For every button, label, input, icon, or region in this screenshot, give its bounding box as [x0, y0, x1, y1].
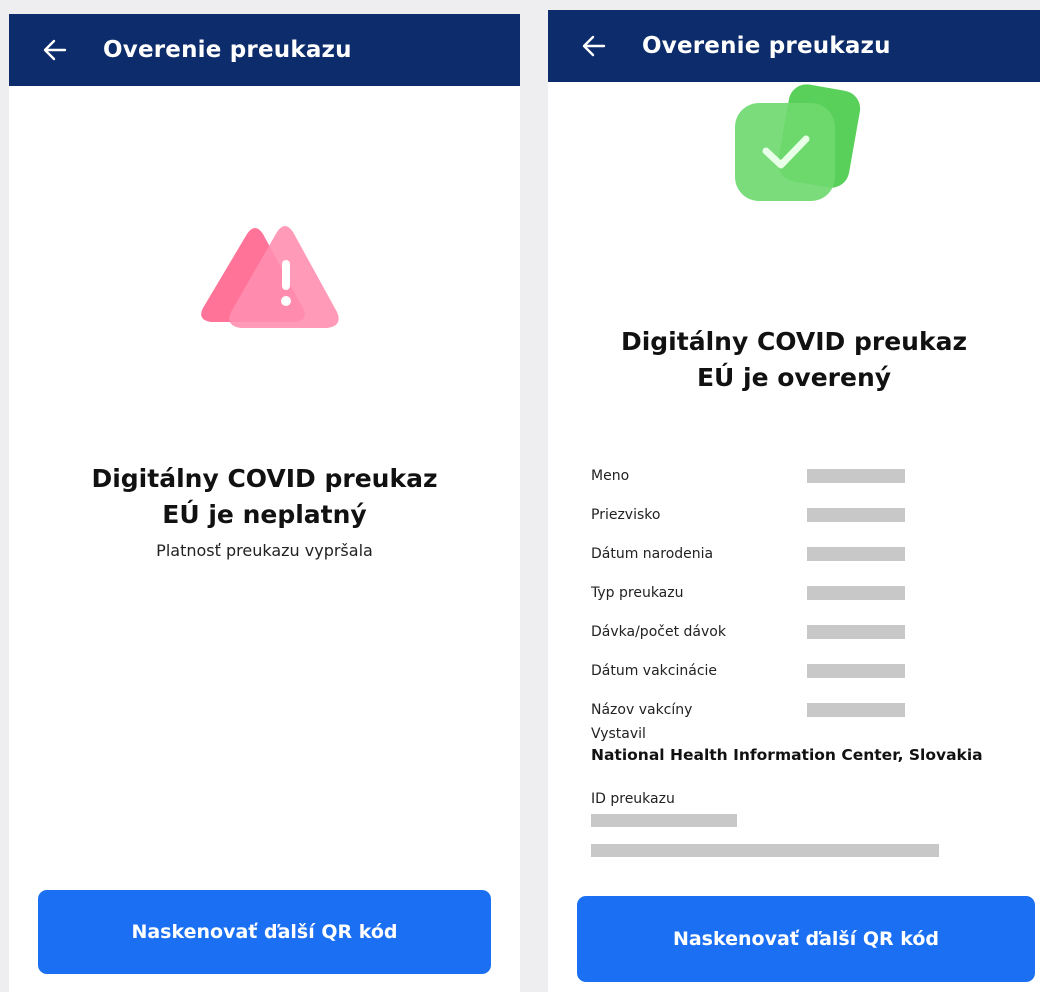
status-headline: Digitálny COVID preukaz EÚ je neplatný: [91, 464, 438, 529]
redacted-id-line: [591, 814, 737, 827]
detail-row-name: Meno: [591, 456, 1031, 495]
page-title: Overenie preukazu: [642, 33, 891, 59]
detail-label: Dátum vakcinácie: [591, 662, 718, 679]
status-subtitle: Platnosť preukazu vypršala: [156, 541, 373, 560]
issuer-label: Vystavil: [591, 726, 646, 742]
detail-label: Dátum narodenia: [591, 545, 714, 562]
detail-row-vaccine-name: Názov vakcíny: [591, 690, 1031, 729]
valid-certificate-screen: Overenie preukazu Digitálny COVID preuka…: [548, 10, 1040, 992]
scan-next-qr-button[interactable]: Naskenovať ďalší QR kód: [577, 896, 1035, 982]
app-header: Overenie preukazu: [9, 14, 520, 86]
redacted-value: [807, 624, 905, 639]
arrow-left-icon[interactable]: [580, 32, 608, 60]
app-header: Overenie preukazu: [548, 10, 1040, 82]
detail-row-dose: Dávka/počet dávok: [591, 612, 1031, 651]
certificate-id-label: ID preukazu: [591, 791, 675, 807]
redacted-value: [807, 663, 905, 678]
redacted-value: [807, 507, 905, 522]
check-badge-icon: [731, 83, 861, 208]
invalid-certificate-screen: Overenie preukazu Digitálny COVID preuka…: [9, 14, 520, 992]
certificate-id-block: ID preukazu: [591, 791, 1031, 857]
redacted-id-line: [591, 844, 939, 857]
detail-label: Názov vakcíny: [591, 701, 693, 718]
certificate-details: Meno Priezvisko Dátum narodenia Typ preu…: [591, 456, 1031, 729]
warning-triangle-icon: [197, 220, 342, 332]
scan-next-qr-button[interactable]: Naskenovať ďalší QR kód: [38, 890, 491, 974]
detail-row-surname: Priezvisko: [591, 495, 1031, 534]
detail-label: Dávka/počet dávok: [591, 623, 726, 640]
detail-row-birthdate: Dátum narodenia: [591, 534, 1031, 573]
redacted-value: [807, 468, 905, 483]
redacted-value: [807, 546, 905, 561]
status-headline: Digitálny COVID preukaz EÚ je overený: [620, 327, 968, 392]
detail-label: Priezvisko: [591, 506, 661, 523]
detail-label: Meno: [591, 467, 630, 484]
redacted-value: [807, 585, 905, 600]
detail-row-type: Typ preukazu: [591, 573, 1031, 612]
detail-row-vaccination-date: Dátum vakcinácie: [591, 651, 1031, 690]
issuer-value: National Health Information Center, Slov…: [591, 746, 983, 764]
issuer-block: Vystavil National Health Information Cen…: [591, 726, 1031, 764]
redacted-value: [807, 702, 905, 717]
detail-label: Typ preukazu: [591, 584, 684, 601]
page-title: Overenie preukazu: [103, 37, 352, 63]
arrow-left-icon[interactable]: [41, 36, 69, 64]
